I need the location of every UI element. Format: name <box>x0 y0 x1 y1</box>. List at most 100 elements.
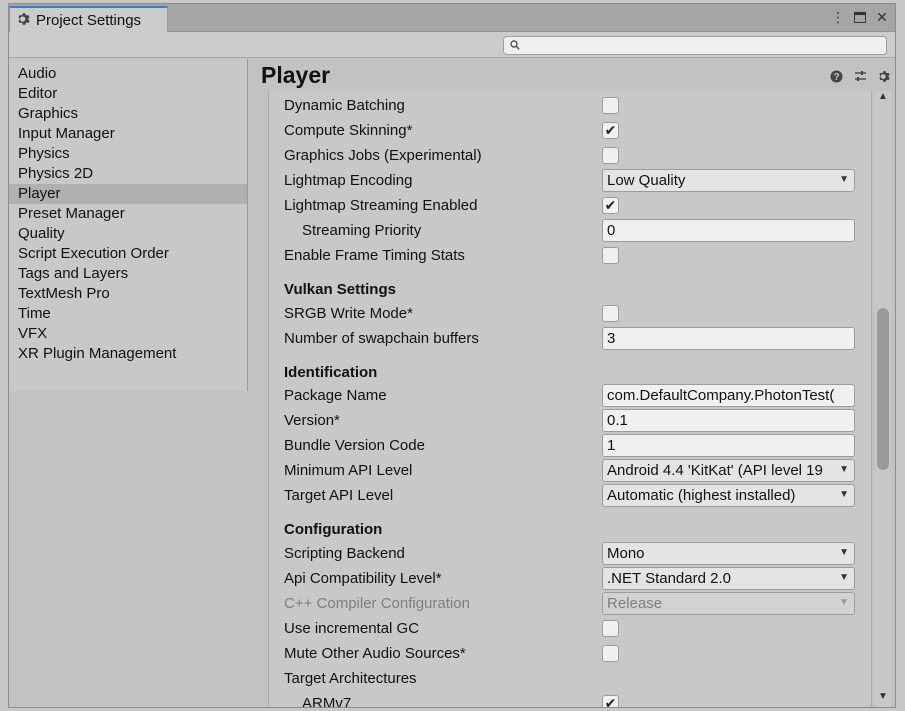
target-api-row: Target API Level Automatic (highest inst… <box>269 484 871 508</box>
swapchain-row: Number of swapchain buffers 3 <box>269 327 871 351</box>
search-bar-row <box>9 32 895 58</box>
checkmark-icon: ✔ <box>604 197 617 213</box>
gear-icon[interactable] <box>877 69 891 83</box>
lightmap-encoding-row: Lightmap Encoding Low Quality ▼ <box>269 169 871 193</box>
search-icon <box>510 37 520 54</box>
api-compat-dropdown[interactable]: .NET Standard 2.0 ▼ <box>602 567 855 590</box>
min-api-label: Minimum API Level <box>284 462 413 479</box>
target-api-dropdown[interactable]: Automatic (highest installed) ▼ <box>602 484 855 507</box>
frame-timing-checkbox[interactable] <box>602 247 619 264</box>
version-row: Version* 0.1 <box>269 409 871 433</box>
sidebar-item-vfx[interactable]: VFX <box>9 324 247 344</box>
dropdown-arrow-icon: ▼ <box>839 597 849 608</box>
cpp-config-label: C++ Compiler Configuration <box>284 595 470 612</box>
dynamic-batching-label: Dynamic Batching <box>284 97 405 114</box>
graphics-jobs-checkbox[interactable] <box>602 147 619 164</box>
more-options-icon[interactable]: ⋮ <box>831 9 845 25</box>
player-settings-panel: Player ? Dynamic Batching Compute Skinni… <box>249 59 895 707</box>
sidebar-item-physics[interactable]: Physics <box>9 144 247 164</box>
presets-icon[interactable] <box>853 69 867 83</box>
api-compat-value: .NET Standard 2.0 <box>607 570 731 587</box>
package-name-field[interactable]: com.DefaultCompany.PhotonTest( <box>602 384 855 407</box>
mute-audio-row: Mute Other Audio Sources* <box>269 642 871 666</box>
armv7-label: ARMv7 <box>302 695 352 707</box>
sidebar-item-quality[interactable]: Quality <box>9 224 247 244</box>
sidebar-item-audio[interactable]: Audio <box>9 64 247 84</box>
vertical-scrollbar[interactable]: ▲ ▼ <box>875 91 891 707</box>
min-api-dropdown[interactable]: Android 4.4 'KitKat' (API level 19 ▼ <box>602 459 855 482</box>
cpp-config-dropdown: Release ▼ <box>602 592 855 615</box>
frame-timing-row: Enable Frame Timing Stats <box>269 244 871 268</box>
vulkan-settings-heading: Vulkan Settings <box>284 281 396 298</box>
bundle-version-row: Bundle Version Code 1 <box>269 434 871 458</box>
srgb-write-row: SRGB Write Mode* <box>269 302 871 326</box>
dropdown-arrow-icon: ▼ <box>839 489 849 500</box>
lightmap-streaming-row: Lightmap Streaming Enabled ✔ <box>269 194 871 218</box>
incremental-gc-row: Use incremental GC <box>269 617 871 641</box>
dynamic-batching-checkbox[interactable] <box>602 97 619 114</box>
search-box[interactable] <box>503 36 887 55</box>
title-bar: Project Settings ⋮ ✕ <box>9 4 895 33</box>
compute-skinning-label: Compute Skinning* <box>284 122 413 139</box>
help-icon[interactable]: ? <box>829 69 843 83</box>
page-title: Player <box>261 62 331 88</box>
sidebar-item-player[interactable]: Player <box>9 184 247 204</box>
sidebar-item-time[interactable]: Time <box>9 304 247 324</box>
header-icons: ? <box>829 69 891 83</box>
checkmark-icon: ✔ <box>604 695 617 707</box>
lightmap-streaming-checkbox[interactable]: ✔ <box>602 197 619 214</box>
swapchain-label: Number of swapchain buffers <box>284 330 479 347</box>
armv7-checkbox[interactable]: ✔ <box>602 695 619 707</box>
cpp-config-value: Release <box>607 595 663 612</box>
project-settings-tab[interactable]: Project Settings <box>9 6 168 33</box>
sidebar-item-textmesh-pro[interactable]: TextMesh Pro <box>9 284 247 304</box>
graphics-jobs-row: Graphics Jobs (Experimental) <box>269 144 871 168</box>
lightmap-encoding-value: Low Quality <box>607 172 686 189</box>
compute-skinning-checkbox[interactable]: ✔ <box>602 122 619 139</box>
lightmap-encoding-dropdown[interactable]: Low Quality ▼ <box>602 169 855 192</box>
version-field[interactable]: 0.1 <box>602 409 855 432</box>
scroll-down-arrow-icon[interactable]: ▼ <box>875 691 891 707</box>
compute-skinning-row: Compute Skinning* ✔ <box>269 119 871 143</box>
scroll-thumb[interactable] <box>877 308 889 470</box>
search-input[interactable] <box>524 38 886 53</box>
srgb-write-checkbox[interactable] <box>602 305 619 322</box>
sidebar-item-physics-2d[interactable]: Physics 2D <box>9 164 247 184</box>
dropdown-arrow-icon: ▼ <box>839 547 849 558</box>
dropdown-arrow-icon: ▼ <box>839 572 849 583</box>
sidebar-item-script-execution-order[interactable]: Script Execution Order <box>9 244 247 264</box>
sidebar-item-tags-and-layers[interactable]: Tags and Layers <box>9 264 247 284</box>
scripting-backend-dropdown[interactable]: Mono ▼ <box>602 542 855 565</box>
swapchain-field[interactable]: 3 <box>602 327 855 350</box>
svg-text:?: ? <box>833 72 839 83</box>
package-name-row: Package Name com.DefaultCompany.PhotonTe… <box>269 384 871 408</box>
scroll-up-arrow-icon[interactable]: ▲ <box>875 91 891 107</box>
incremental-gc-checkbox[interactable] <box>602 620 619 637</box>
gear-icon <box>17 12 31 30</box>
scripting-backend-row: Scripting Backend Mono ▼ <box>269 542 871 566</box>
identification-heading: Identification <box>284 364 378 381</box>
sidebar-item-graphics[interactable]: Graphics <box>9 104 247 124</box>
srgb-write-label: SRGB Write Mode* <box>284 305 413 322</box>
sidebar-item-preset-manager[interactable]: Preset Manager <box>9 204 247 224</box>
version-label: Version* <box>284 412 340 429</box>
dropdown-arrow-icon: ▼ <box>839 464 849 475</box>
settings-sidebar: Audio Editor Graphics Input Manager Phys… <box>9 59 248 391</box>
api-compat-label: Api Compatibility Level* <box>284 570 442 587</box>
mute-audio-checkbox[interactable] <box>602 645 619 662</box>
maximize-icon[interactable] <box>853 9 867 25</box>
api-compat-row: Api Compatibility Level* .NET Standard 2… <box>269 567 871 591</box>
streaming-priority-field[interactable]: 0 <box>602 219 855 242</box>
frame-timing-label: Enable Frame Timing Stats <box>284 247 465 264</box>
sidebar-item-editor[interactable]: Editor <box>9 84 247 104</box>
sidebar-item-xr-plugin-management[interactable]: XR Plugin Management <box>9 344 247 364</box>
incremental-gc-label: Use incremental GC <box>284 620 420 637</box>
close-icon[interactable]: ✕ <box>875 9 889 25</box>
streaming-priority-row: Streaming Priority 0 <box>269 219 871 243</box>
dropdown-arrow-icon: ▼ <box>839 174 849 185</box>
target-arch-label: Target Architectures <box>284 670 417 687</box>
sidebar-item-input-manager[interactable]: Input Manager <box>9 124 247 144</box>
configuration-heading: Configuration <box>284 521 383 538</box>
bundle-version-field[interactable]: 1 <box>602 434 855 457</box>
package-name-label: Package Name <box>284 387 387 404</box>
